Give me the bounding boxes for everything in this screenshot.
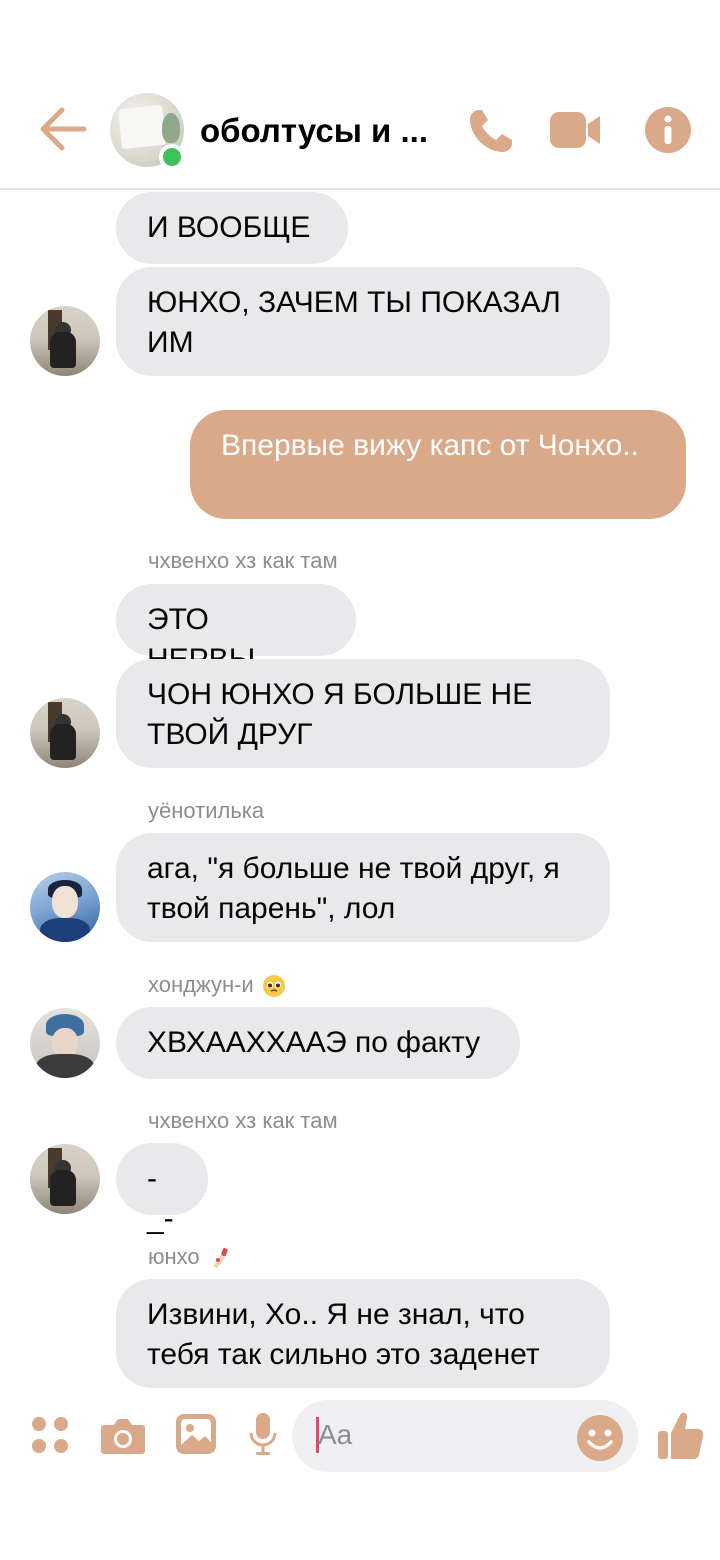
info-icon[interactable] — [644, 106, 692, 154]
menu-grid-icon[interactable] — [30, 1415, 70, 1455]
message-input-placeholder: Aa — [318, 1419, 353, 1450]
sender-avatar[interactable] — [30, 1144, 100, 1214]
emoji-icon[interactable] — [576, 1414, 624, 1462]
sender-avatar[interactable] — [30, 306, 100, 376]
camera-icon[interactable] — [100, 1415, 146, 1455]
sender-name-text: юнхо — [148, 1244, 200, 1269]
message-bubble[interactable]: ЮНХО, ЗАЧЕМ ТЫ ПОКАЗАЛ ИМ — [116, 267, 610, 376]
message-bubble[interactable]: ХВХААХХААЭ по факту — [116, 1007, 520, 1079]
sender-name-text: хонджун-и — [148, 972, 254, 997]
message-bubble[interactable]: ага, "я больше не твой друг, я твой паре… — [116, 833, 610, 942]
sender-name: уёнотилька — [148, 798, 265, 823]
nail-polish-emoji-icon — [212, 1248, 228, 1269]
thumbs-up-icon[interactable] — [656, 1409, 704, 1461]
online-status-indicator — [159, 144, 185, 170]
sender-name: чхвенхо хз как там — [148, 1108, 338, 1133]
message-bubble[interactable]: ЧОН ЮНХО Я БОЛЬШЕ НЕ ТВОЙ ДРУГ — [116, 659, 610, 768]
message-bubble[interactable]: И ВООБЩЕ — [116, 192, 348, 264]
chat-header: оболтусы и ... — [0, 0, 720, 190]
sender-name: юнхо — [148, 1244, 232, 1270]
video-call-icon[interactable] — [548, 110, 602, 150]
gallery-icon[interactable] — [175, 1413, 217, 1455]
phone-call-icon[interactable] — [466, 106, 516, 156]
sender-avatar[interactable] — [30, 872, 100, 942]
message-list[interactable]: И ВООБЩЕ ЮНХО, ЗАЧЕМ ТЫ ПОКАЗАЛ ИМ Вперв… — [0, 192, 720, 1397]
outgoing-message-bubble[interactable]: Впервые вижу капс от Чонхо.. — [190, 410, 686, 519]
message-composer: Aa — [0, 1397, 720, 1477]
sender-avatar[interactable] — [30, 1008, 100, 1078]
pleading-face-emoji-icon — [262, 975, 285, 998]
back-arrow-icon[interactable] — [38, 106, 88, 152]
sender-name: чхвенхо хз как там — [148, 548, 338, 573]
sender-avatar[interactable] — [30, 698, 100, 768]
message-bubble[interactable]: ЭТО НЕРВЫ — [116, 584, 356, 676]
message-bubble[interactable]: -_- — [116, 1143, 208, 1235]
sender-name: хонджун-и — [148, 972, 286, 998]
chat-title[interactable]: оболтусы и ... — [200, 112, 428, 150]
microphone-icon[interactable] — [248, 1411, 278, 1457]
message-bubble[interactable]: Извини, Хо.. Я не знал, что тебя так сил… — [116, 1279, 610, 1388]
